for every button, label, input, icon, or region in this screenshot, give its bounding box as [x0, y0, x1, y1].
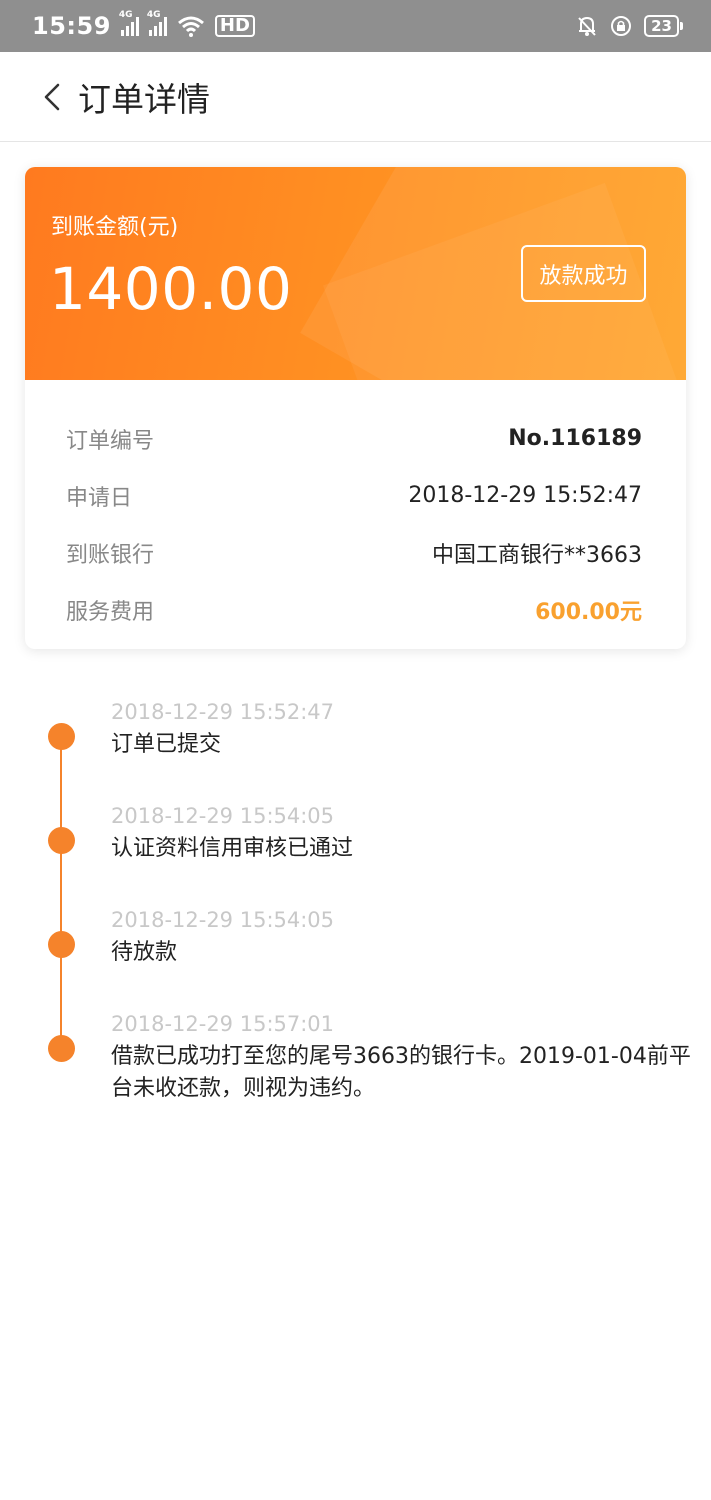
signal-icon: 4G	[147, 10, 167, 36]
timeline-text: 订单已提交	[111, 732, 222, 757]
timeline-text: 借款已成功打至您的尾号3663的银行卡。2019-01-04前平台未收还款，则视…	[111, 1044, 691, 1101]
info-row-apply-date: 申请日 2018-12-29 15:52:47	[66, 467, 642, 524]
rotation-lock-icon	[611, 16, 632, 36]
timeline-text: 认证资料信用审核已通过	[111, 836, 354, 861]
timeline-dot	[48, 1035, 75, 1062]
info-value: No.116189	[508, 426, 642, 451]
order-card: 到账金额(元) 1400.00 放款成功 订单编号 No.116189 申请日 …	[25, 167, 686, 649]
timeline-time: 2018-12-29 15:54:05	[111, 804, 335, 828]
timeline-dot	[48, 931, 75, 958]
timeline-dot	[48, 723, 75, 750]
info-row-order-number: 订单编号 No.116189	[66, 410, 642, 467]
status-time: 15:59	[32, 12, 111, 40]
timeline-text: 待放款	[111, 940, 178, 965]
chevron-left-icon	[44, 83, 60, 110]
info-label: 到账银行	[66, 542, 155, 568]
status-right: 23	[576, 15, 683, 37]
order-info-list: 订单编号 No.116189 申请日 2018-12-29 15:52:47 到…	[25, 380, 686, 638]
info-label: 服务费用	[66, 599, 155, 625]
back-button[interactable]	[22, 67, 82, 127]
bell-mute-icon	[578, 16, 596, 36]
timeline-time: 2018-12-29 15:57:01	[111, 1012, 335, 1036]
timeline-line	[60, 736, 62, 1048]
info-value: 600.00元	[535, 599, 642, 625]
info-value: 2018-12-29 15:52:47	[408, 483, 642, 508]
status-badge: 放款成功	[521, 245, 646, 302]
info-row-bank: 到账银行 中国工商银行**3663	[66, 524, 642, 581]
timeline-time: 2018-12-29 15:54:05	[111, 908, 335, 932]
timeline-dot	[48, 827, 75, 854]
amount-banner: 到账金额(元) 1400.00 放款成功	[25, 167, 686, 380]
wifi-icon	[177, 16, 204, 37]
info-label: 申请日	[66, 485, 133, 511]
app-header: 订单详情	[0, 52, 711, 142]
amount-label: 到账金额(元)	[51, 215, 179, 240]
info-value: 中国工商银行**3663	[432, 542, 642, 568]
status-bar: 15:59 4G 4G HD 23	[0, 0, 711, 52]
status-left: 15:59 4G 4G HD	[32, 10, 255, 40]
info-label: 订单编号	[66, 428, 155, 454]
timeline-time: 2018-12-29 15:52:47	[111, 700, 335, 724]
hd-icon: HD	[214, 15, 255, 37]
signal-icon: 4G	[119, 10, 139, 36]
battery-icon: 23	[644, 15, 683, 37]
info-row-service-fee: 服务费用 600.00元	[66, 581, 642, 638]
amount-value: 1400.00	[49, 255, 293, 323]
page-title: 订单详情	[78, 79, 210, 119]
